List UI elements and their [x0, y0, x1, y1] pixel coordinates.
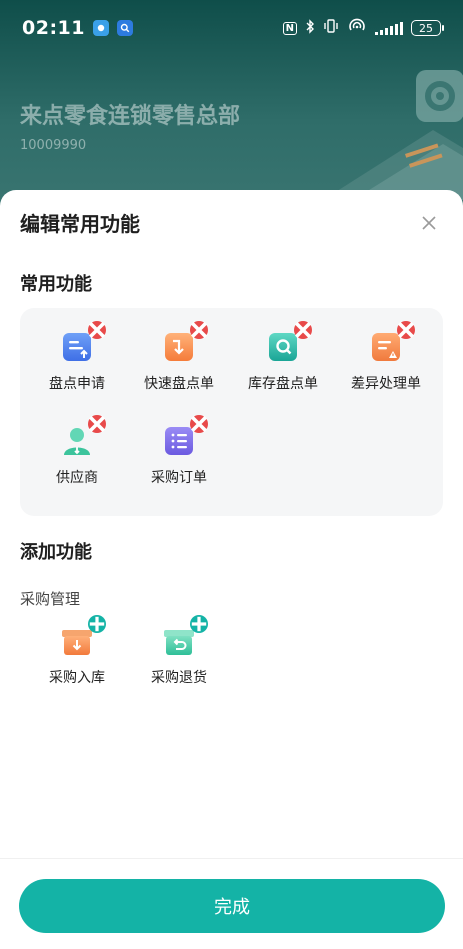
function-label: 盘点申请	[49, 376, 105, 392]
bluetooth-icon	[305, 18, 315, 38]
add-functions-title: 添加功能	[20, 542, 92, 563]
done-button[interactable]: 完成	[19, 879, 445, 933]
function-tile-discrepancy[interactable]: 差异处理单	[336, 321, 436, 404]
remove-badge[interactable]	[190, 321, 208, 339]
store-code: 10009990	[20, 138, 87, 153]
status-left: 02:11	[22, 17, 133, 39]
vibrate-icon	[323, 19, 339, 37]
signal-icon	[375, 21, 403, 35]
remove-badge[interactable]	[397, 321, 415, 339]
function-label: 采购订单	[151, 470, 207, 486]
function-label: 快速盘点单	[144, 376, 214, 392]
battery-icon: 25	[411, 20, 444, 36]
remove-badge[interactable]	[88, 415, 106, 433]
close-icon	[422, 216, 436, 230]
edit-functions-sheet: 编辑常用功能 常用功能 盘点申请 快速盘点单 库存盘点单 差异处理单 供应商 采…	[0, 190, 463, 949]
nfc-icon: N	[282, 21, 297, 35]
add-badge[interactable]	[190, 615, 208, 633]
close-icon	[88, 415, 106, 433]
footer-divider	[0, 858, 463, 859]
status-right: N 25	[282, 18, 444, 38]
status-time: 02:11	[22, 17, 85, 39]
function-tile-stock-inventory[interactable]: 库存盘点单	[233, 321, 333, 404]
gallery-app-icon	[92, 20, 109, 36]
add-badge[interactable]	[88, 615, 106, 633]
close-icon	[397, 321, 415, 339]
close-icon	[190, 321, 208, 339]
remove-badge[interactable]	[294, 321, 312, 339]
background-header: 02:11 N 25 来点零食连锁零售总部 10009990	[0, 0, 463, 220]
function-tile-purchase-inbound[interactable]: 采购入库	[27, 615, 127, 698]
function-label: 采购入库	[49, 670, 105, 686]
function-tile-inventory-request[interactable]: 盘点申请	[27, 321, 127, 404]
group-label-purchase-management: 采购管理	[20, 590, 81, 608]
plus-icon	[89, 616, 105, 632]
plus-icon	[191, 616, 207, 632]
search-app-icon	[116, 20, 133, 36]
sheet-title: 编辑常用功能	[20, 212, 140, 236]
status-bar: 02:11 N 25	[0, 0, 463, 56]
hotspot-icon	[347, 18, 367, 38]
common-functions-title: 常用功能	[20, 274, 92, 295]
close-icon	[294, 321, 312, 339]
function-label: 供应商	[56, 470, 98, 486]
remove-badge[interactable]	[88, 321, 106, 339]
function-label: 库存盘点单	[248, 376, 318, 392]
function-tile-supplier[interactable]: 供应商	[27, 415, 127, 498]
function-tile-purchase-order[interactable]: 采购订单	[129, 415, 229, 498]
close-button[interactable]	[416, 210, 442, 236]
function-tile-purchase-return[interactable]: 采购退货	[129, 615, 229, 698]
function-tile-quick-inventory[interactable]: 快速盘点单	[129, 321, 229, 404]
settings-illustration-icon	[323, 70, 463, 200]
common-functions-panel: 盘点申请 快速盘点单 库存盘点单 差异处理单 供应商 采购订单	[20, 308, 443, 516]
function-label: 差异处理单	[351, 376, 421, 392]
close-icon	[88, 321, 106, 339]
function-label: 采购退货	[151, 670, 207, 686]
close-icon	[190, 415, 208, 433]
store-name: 来点零食连锁零售总部	[20, 104, 241, 129]
remove-badge[interactable]	[190, 415, 208, 433]
